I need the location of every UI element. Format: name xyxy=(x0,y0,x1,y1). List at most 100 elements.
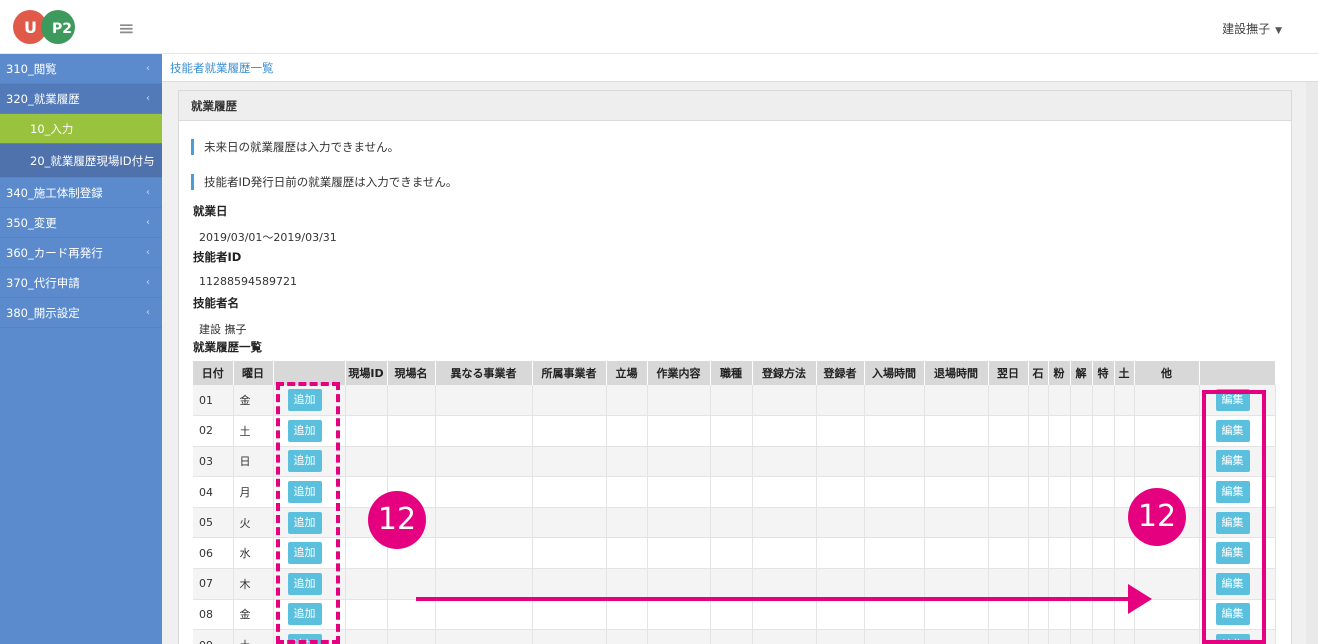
empty-cell xyxy=(864,568,925,600)
menu-toggle-icon[interactable]: ≡ xyxy=(118,16,135,40)
breadcrumb[interactable]: 技能者就業履歴一覧 xyxy=(162,54,1318,82)
empty-cell xyxy=(1134,629,1200,644)
sidebar-item-label: 340_施工体制登録 xyxy=(6,186,103,200)
table-row: 04 月追加 編集 xyxy=(193,476,1276,508)
empty-cell xyxy=(988,446,1029,478)
empty-cell xyxy=(710,599,753,631)
add-column-highlight xyxy=(276,382,340,644)
empty-cell xyxy=(864,507,925,539)
empty-cell xyxy=(1114,629,1135,644)
empty-cell xyxy=(710,385,753,417)
column-header: 作業内容 xyxy=(647,361,711,385)
sidebar-item-310[interactable]: 310_閲覧 ‹ xyxy=(0,54,162,84)
empty-cell xyxy=(924,537,989,570)
worker-id-value: 11288594589721 xyxy=(199,275,297,288)
empty-cell xyxy=(752,415,817,447)
weekday-cell: 木 xyxy=(233,568,274,600)
sidebar-item-380[interactable]: 380_開示設定 ‹ xyxy=(0,298,162,328)
column-header: 登録方法 xyxy=(752,361,817,385)
sidebar-item-370[interactable]: 370_代行申請 ‹ xyxy=(0,268,162,298)
sidebar-subitem-site-id[interactable]: 20_就業履歴現場ID付与 xyxy=(0,144,162,178)
table-body: 01 金追加 編集 02 土追加 編集 03 日追加 編集 04 月追加 編集 05 火追加 編集 06 水追加… xyxy=(193,385,1276,644)
empty-cell xyxy=(1070,507,1093,539)
empty-cell xyxy=(1070,476,1093,508)
empty-cell xyxy=(752,568,817,600)
worker-name-label: 技能者名 xyxy=(193,296,239,310)
empty-cell xyxy=(1028,629,1049,644)
empty-cell xyxy=(710,629,753,644)
sidebar-item-label: 380_開示設定 xyxy=(6,306,80,320)
empty-cell xyxy=(387,599,436,631)
chevron-left-icon: ‹ xyxy=(146,307,150,318)
column-header: 異なる事業者 xyxy=(435,361,533,385)
sidebar-item-360[interactable]: 360_カード再発行 ‹ xyxy=(0,238,162,268)
empty-cell xyxy=(647,415,711,447)
sidebar-item-340[interactable]: 340_施工体制登録 ‹ xyxy=(0,178,162,208)
top-header: U P2 ≡ 建設撫子 ▼ xyxy=(0,0,1318,54)
empty-cell xyxy=(1028,385,1049,417)
empty-cell xyxy=(1092,629,1115,644)
column-header: 石 xyxy=(1028,361,1049,385)
column-header: 特 xyxy=(1092,361,1115,385)
empty-cell xyxy=(988,629,1029,644)
column-header: 解 xyxy=(1070,361,1093,385)
date-cell: 04 xyxy=(193,476,234,508)
empty-cell xyxy=(752,629,817,644)
empty-cell xyxy=(710,446,753,478)
sidebar-item-label: 10_入力 xyxy=(30,122,74,136)
empty-cell xyxy=(1092,599,1115,631)
sidebar-subitem-input[interactable]: 10_入力 xyxy=(0,114,162,144)
date-cell: 05 xyxy=(193,507,234,539)
table-row: 07 木追加 編集 xyxy=(193,568,1276,600)
sidebar-item-320[interactable]: 320_就業履歴 ‹ xyxy=(0,84,162,114)
sidebar-item-350[interactable]: 350_変更 ‹ xyxy=(0,208,162,238)
weekday-cell: 土 xyxy=(233,415,274,447)
chevron-left-icon: ‹ xyxy=(146,187,150,198)
page-scrollbar[interactable] xyxy=(1306,82,1318,644)
empty-cell xyxy=(710,415,753,447)
edit-column-highlight xyxy=(1202,390,1266,644)
empty-cell xyxy=(435,629,533,644)
chevron-left-icon: ‹ xyxy=(146,93,150,104)
empty-cell xyxy=(345,599,388,631)
panel-title: 就業履歴 xyxy=(179,91,1291,121)
empty-cell xyxy=(1048,446,1071,478)
empty-cell xyxy=(1134,415,1200,447)
empty-cell xyxy=(647,507,711,539)
column-header: 土 xyxy=(1114,361,1135,385)
empty-cell xyxy=(1070,629,1093,644)
history-table: 日付 曜日 現場ID 現場名 異なる事業者 所属事業者 立場 作業内容 職種 登録方法 登録者 入場時… xyxy=(193,361,1276,644)
empty-cell xyxy=(752,385,817,417)
empty-cell xyxy=(988,568,1029,600)
empty-cell xyxy=(606,415,648,447)
empty-cell xyxy=(752,507,817,539)
empty-cell xyxy=(435,446,533,478)
empty-cell xyxy=(1028,507,1049,539)
empty-cell xyxy=(924,629,989,644)
empty-cell xyxy=(924,476,989,508)
empty-cell xyxy=(988,415,1029,447)
empty-cell xyxy=(816,415,865,447)
empty-cell xyxy=(532,568,607,600)
empty-cell xyxy=(1070,446,1093,478)
empty-cell xyxy=(710,507,753,539)
work-date-value: 2019/03/01～2019/03/31 xyxy=(199,231,337,244)
sidebar-item-label: 20_就業履歴現場ID付与 xyxy=(30,154,155,168)
empty-cell xyxy=(1114,537,1135,570)
empty-cell xyxy=(435,415,533,447)
chevron-left-icon: ‹ xyxy=(146,277,150,288)
empty-cell xyxy=(924,446,989,478)
empty-cell xyxy=(387,446,436,478)
empty-cell xyxy=(532,537,607,570)
empty-cell xyxy=(345,385,388,417)
user-menu[interactable]: 建設撫子 ▼ xyxy=(1222,20,1282,37)
empty-cell xyxy=(1070,599,1093,631)
empty-cell xyxy=(864,476,925,508)
empty-cell xyxy=(606,385,648,417)
empty-cell xyxy=(924,415,989,447)
date-cell: 02 xyxy=(193,415,234,447)
ucp2-logo[interactable]: U P2 xyxy=(10,6,88,48)
notice-future-date: 未来日の就業履歴は入力できません。 xyxy=(191,139,399,155)
table-row: 01 金追加 編集 xyxy=(193,385,1276,417)
empty-cell xyxy=(816,537,865,570)
